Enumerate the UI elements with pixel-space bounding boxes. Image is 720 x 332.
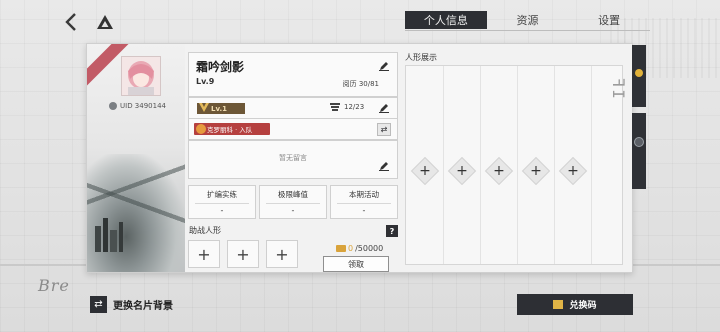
collection-count-text: 12/23 [344, 103, 365, 111]
showcase-area: + + + + + [405, 65, 623, 265]
showcase-slot-2[interactable]: + [449, 158, 475, 184]
tabs-divider [405, 30, 650, 31]
rank-level: Lv.1 [211, 104, 227, 113]
profile-info: 霜吟剑影 Lv.9 阅历 30/81 Lv.1 12/23 克罗丽科 · 入队 … [188, 52, 398, 272]
side-tab-secondary[interactable] [632, 113, 646, 189]
plus-icon: + [493, 163, 505, 179]
player-level: Lv.9 [196, 77, 215, 86]
background-signature-art: Bre [38, 276, 70, 295]
tab-resources[interactable]: 资源 [487, 11, 569, 29]
claim-button[interactable]: 领取 [323, 256, 389, 272]
name-panel: 霜吟剑影 Lv.9 阅历 30/81 [188, 52, 398, 97]
change-background-button[interactable]: ⇄ 更换名片背景 [90, 296, 173, 313]
stats-row: 扩编实练 - 极限峰值 - 本期活动 - [188, 185, 398, 219]
column-divider [443, 66, 444, 264]
column-divider [517, 66, 518, 264]
guild-icon [196, 124, 206, 134]
showcase-title: 人形展示 [405, 53, 437, 62]
plus-icon: + [419, 163, 431, 179]
stack-icon [330, 103, 340, 111]
column-divider [554, 66, 555, 264]
profile-card-art: UID 3490144 [87, 44, 185, 272]
player-experience: 阅历 30/81 [342, 80, 379, 88]
support-slot-3[interactable]: + [266, 240, 298, 268]
badge-tab-icon [634, 137, 644, 147]
swap-icon: ⇄ [380, 125, 388, 134]
tab-personal-info[interactable]: 个人信息 [405, 11, 487, 29]
skyline-art [95, 218, 123, 252]
message-panel: 暂无留言 [188, 140, 398, 179]
currency-current: 0 [348, 244, 354, 253]
top-tabs: 个人信息 资源 设置 [405, 11, 650, 31]
redeem-code-button[interactable]: 兑换码 [517, 294, 633, 315]
decorative-glyphs: ꟻI [609, 78, 628, 101]
guild-tag-text: 克罗丽科 · 入队 [207, 126, 253, 134]
coin-icon [336, 245, 346, 252]
stat-value: - [220, 206, 224, 215]
stat-expansion-drill[interactable]: 扩编实练 - [188, 185, 256, 219]
stat-title: 极限峰值 [266, 189, 320, 204]
support-currency: 0 /50000 [336, 244, 383, 253]
rank-panel: Lv.1 12/23 [188, 97, 398, 119]
plus-icon: + [530, 163, 542, 179]
side-tab-card[interactable] [632, 45, 646, 107]
stat-value: - [291, 206, 295, 215]
showcase-slot-1[interactable]: + [412, 158, 438, 184]
support-slot-2[interactable]: + [227, 240, 259, 268]
showcase-slot-5[interactable]: + [560, 158, 586, 184]
stat-title: 扩编实练 [195, 189, 249, 204]
redeem-code-label: 兑换码 [569, 301, 597, 311]
profile-card: UID 3490144 霜吟剑影 Lv.9 阅历 30/81 Lv.1 12/2… [86, 43, 633, 273]
avatar[interactable] [121, 56, 161, 96]
column-divider [480, 66, 481, 264]
showcase-panel: 人形展示 + + + + + [403, 52, 625, 266]
uid-row: UID 3490144 [109, 102, 166, 110]
support-header: 助战人形 ? [188, 225, 398, 239]
avatar-portrait-icon [122, 57, 160, 95]
showcase-slot-4[interactable]: + [523, 158, 549, 184]
edit-message-icon[interactable] [379, 161, 389, 171]
stat-limit-peak[interactable]: 极限峰值 - [259, 185, 327, 219]
support-slot-1[interactable]: + [188, 240, 220, 268]
currency-max: /50000 [355, 244, 384, 253]
home-button[interactable] [92, 10, 118, 34]
showcase-slot-3[interactable]: + [486, 158, 512, 184]
help-button[interactable]: ? [386, 225, 398, 237]
support-title: 助战人形 [189, 226, 221, 235]
chevron-left-icon [65, 13, 76, 31]
guild-panel: 克罗丽科 · 入队 ⇄ [188, 118, 398, 140]
swap-guild-button[interactable]: ⇄ [377, 123, 391, 136]
collection-count: 12/23 [330, 103, 364, 111]
swap-icon: ⇄ [90, 296, 107, 313]
plus-icon: + [567, 163, 579, 179]
back-button[interactable] [58, 10, 84, 34]
gift-icon [553, 300, 564, 309]
edit-rank-icon[interactable] [379, 103, 389, 113]
change-background-label: 更换名片背景 [113, 301, 173, 312]
stat-title: 本期活动 [337, 189, 391, 204]
stat-current-event[interactable]: 本期活动 - [330, 185, 398, 219]
rank-badge: Lv.1 [197, 103, 245, 114]
edit-name-icon[interactable] [379, 61, 389, 71]
stat-value: - [362, 206, 366, 215]
rank-chevron-icon [199, 103, 209, 112]
guild-tag[interactable]: 克罗丽科 · 入队 [194, 123, 270, 135]
player-name: 霜吟剑影 [196, 60, 245, 74]
message-placeholder: 暂无留言 [279, 154, 307, 162]
coin-tab-icon [635, 69, 643, 77]
uid-icon [109, 102, 117, 110]
column-divider [591, 66, 592, 264]
plus-icon: + [456, 163, 468, 179]
home-logo-icon [97, 15, 113, 29]
uid-text: UID 3490144 [120, 102, 166, 110]
tab-settings[interactable]: 设置 [568, 11, 650, 29]
